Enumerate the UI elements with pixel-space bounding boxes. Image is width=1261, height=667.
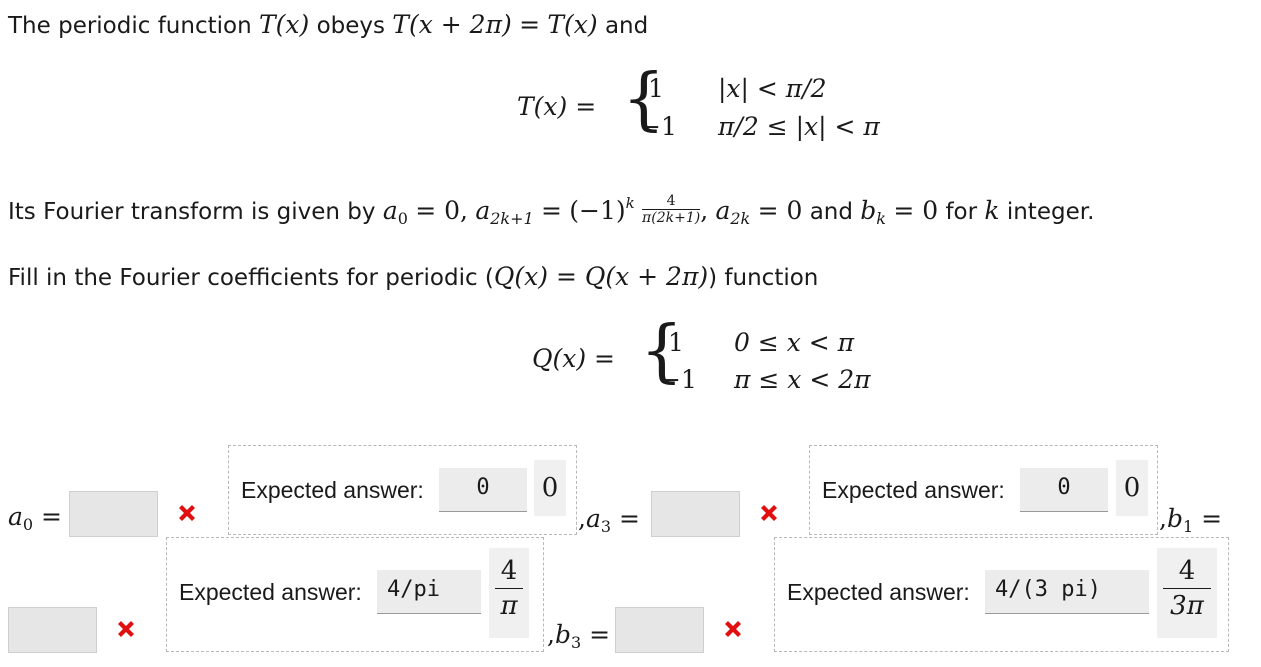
a3-eq: = [619,504,640,533]
periodic-eq-sign: = [519,10,541,39]
comma: , [700,196,709,225]
a0-expected-code: 0 [439,468,527,512]
a0-sym: a [382,196,398,225]
b1-incorrect-icon [118,621,134,637]
k-sup: k [625,194,635,212]
q-case2-cond: π ≤ x < 2π [734,365,871,394]
b3-rendered-den: 3π [1163,588,1211,623]
a3-feedback: Expected answer: 0 0 [809,445,1158,535]
a0-feedback: Expected answer: 0 0 [228,445,577,535]
b1-feedback: Expected answer: 4/pi 4 π [166,537,544,652]
a0-val: = 0, [415,196,468,225]
frac-num: 4 [666,193,676,209]
a3-expected-label: Expected answer: [822,477,1005,503]
a3-answer-label: ,a3 = [578,504,640,536]
a0-expected-label: Expected answer: [241,477,424,503]
q-case1-value: 1 [668,328,684,357]
t-of-x: T(x) [258,10,310,39]
a3-expected-code: 0 [1020,468,1108,512]
fourier-line: Its Fourier transform is given by a0 = 0… [8,193,1095,228]
bk-sym: b [860,196,877,225]
frac-den: π(2k+1) [642,209,701,226]
b3-incorrect-icon [725,621,741,637]
b1-eq: = [1201,504,1223,533]
b3-expected-code: 4/(3 pi) [985,570,1149,614]
a2k1-sub: 2k+1 [490,209,534,228]
periodic-eq-rhs: T(x) [547,10,598,39]
and-text: and [809,199,853,225]
b3-feedback: Expected answer: 4/(3 pi) 4 3π [774,537,1229,652]
t-def-lhs: T(x) = [517,92,597,121]
b1-input[interactable] [8,607,97,653]
b3-rendered-num: 4 [1178,556,1196,586]
b1-answer-label: ,b1 = [1159,504,1223,536]
integer-text: integer. [1006,199,1095,225]
a3-input[interactable] [651,491,740,537]
a2k1-sym: a [475,196,491,225]
minus-one: (−1) [569,196,626,225]
fill-tail: ) function [708,265,819,291]
a0-incorrect-icon [179,505,195,521]
b1-rendered-num: 4 [500,556,518,586]
fill-lead: Fill in the Fourier coefficients for per… [8,265,494,291]
b3-expected-rendered: 4 3π [1157,548,1217,638]
b3-answer-label: ,b3 = [547,620,611,652]
intro-obeys: obeys [316,13,385,39]
intro-and: and [604,13,649,39]
q-def-lhs: Q(x) = [532,344,615,373]
a0-answer-label: a0 = [8,502,62,534]
a0-sub: 0 [397,209,408,228]
a2k-sub: 2k [730,209,751,228]
t-case1-value: 1 [648,74,664,103]
a0-expected-rendered: 0 [534,460,566,516]
a3-expected-rendered: 0 [1116,460,1148,516]
fill-line: Fill in the Fourier coefficients for per… [8,262,818,291]
k-var: k [984,196,1000,225]
b1-expected-code: 4/pi [377,570,481,614]
periodic-eq-lhs: T(x + 2π) [392,10,512,39]
a3-incorrect-icon [761,505,777,521]
q-case2-value: −1 [660,365,697,394]
bk-sub: k [876,209,886,228]
t-case2-value: −1 [640,112,677,141]
a0-input[interactable] [69,491,158,537]
a0-eq: = [41,502,62,531]
fourier-fraction: 4 π(2k+1) [642,193,701,226]
q-case1-cond: 0 ≤ x < π [734,328,855,357]
intro-line: The periodic function T(x) obeys T(x + 2… [8,10,648,39]
intro-text: The periodic function [8,13,252,39]
b1-expected-rendered: 4 π [489,548,529,638]
fill-expr: Q(x) = Q(x + 2π) [493,262,709,291]
t-case2-cond: π/2 ≤ |x| < π [718,112,880,141]
fourier-lead: Its Fourier transform is given by [8,199,376,225]
b1-expected-label: Expected answer: [179,579,362,605]
b3-eq: = [589,620,611,649]
for-text: for [945,199,978,225]
t-case1-cond: |x| < π/2 [718,74,827,103]
b3-input[interactable] [615,607,704,653]
a2k-sym: a [715,196,731,225]
a2k1-eq: = [541,196,562,225]
bk-val: = 0 [893,196,939,225]
b1-rendered-den: π [495,588,523,623]
a2k-val: = 0 [757,196,803,225]
b3-expected-label: Expected answer: [787,579,970,605]
